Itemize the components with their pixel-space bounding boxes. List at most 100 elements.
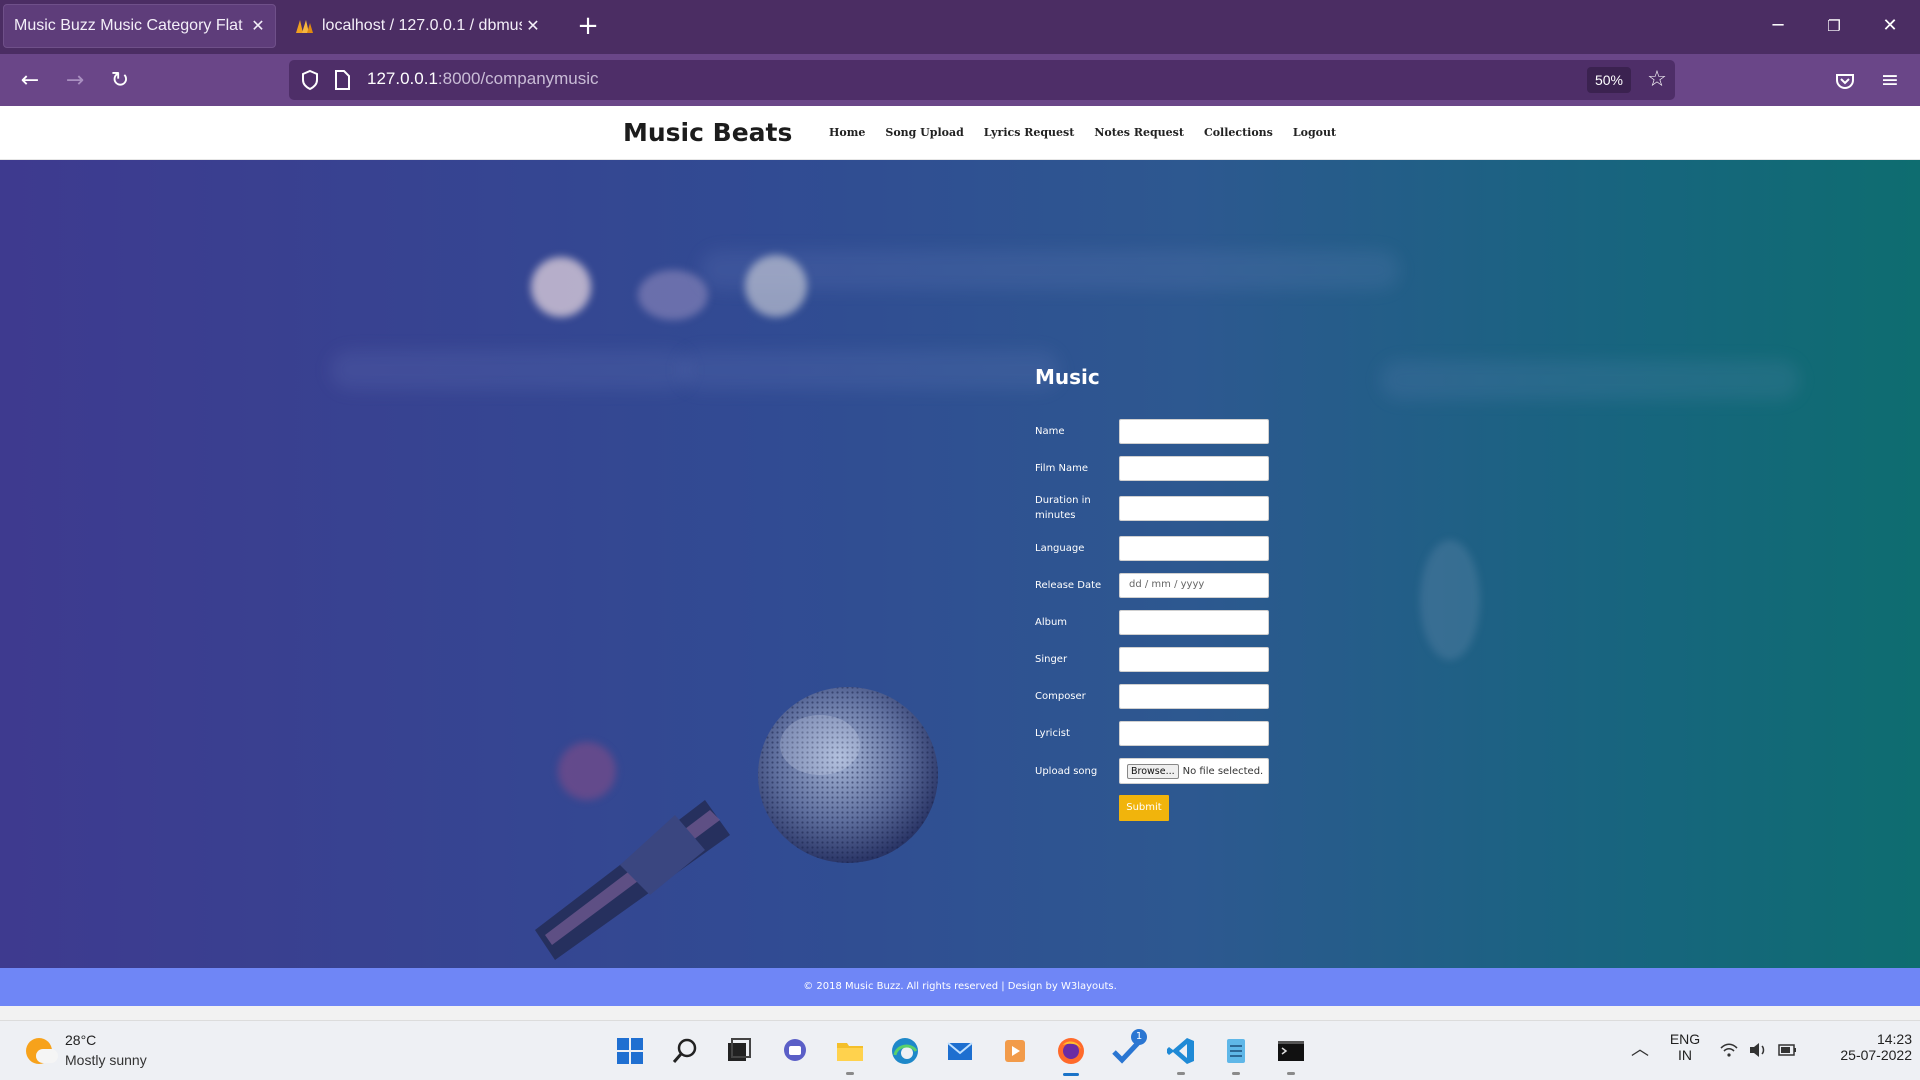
composer-input[interactable] xyxy=(1119,684,1269,709)
restore-button[interactable]: ❐ xyxy=(1814,12,1854,40)
film-name-input[interactable] xyxy=(1119,456,1269,481)
browser-tab-bar: Music Buzz Music Category Flat Boo ✕ loc… xyxy=(0,0,1920,54)
file-explorer-icon[interactable] xyxy=(834,1035,866,1067)
field-label: Lyricist xyxy=(1035,728,1070,739)
media-player-icon[interactable] xyxy=(999,1035,1031,1067)
field-label: Name xyxy=(1035,426,1065,437)
menu-icon[interactable]: ≡ xyxy=(1875,66,1905,96)
url-path: :8000/companymusic xyxy=(437,69,599,88)
clock[interactable]: 14:23 25-07-2022 xyxy=(1812,1031,1912,1063)
bokeh-light xyxy=(531,257,591,317)
song-file-input[interactable]: Browse... No file selected. xyxy=(1119,758,1269,784)
submit-button[interactable]: Submit xyxy=(1119,795,1169,821)
forward-button[interactable]: → xyxy=(60,66,90,96)
search-icon[interactable] xyxy=(669,1035,701,1067)
file-status: No file selected. xyxy=(1182,765,1264,777)
tab-title: Music Buzz Music Category Flat Boo xyxy=(14,17,247,34)
active-indicator xyxy=(1063,1073,1079,1076)
zoom-level[interactable]: 50% xyxy=(1587,67,1631,93)
album-input[interactable] xyxy=(1119,610,1269,635)
tab-music-buzz[interactable]: Music Buzz Music Category Flat Boo ✕ xyxy=(3,4,276,48)
tab-title: localhost / 127.0.0.1 / dbmusicb xyxy=(322,17,522,34)
release-date-input[interactable]: dd / mm / yyyy xyxy=(1119,573,1269,598)
menu-logout[interactable]: Logout xyxy=(1293,126,1336,139)
menu-lyrics-request[interactable]: Lyrics Request xyxy=(984,126,1075,139)
clock-time: 14:23 xyxy=(1876,1031,1912,1047)
bookmark-star-icon[interactable]: ☆ xyxy=(1643,66,1671,94)
field-label: Upload song xyxy=(1035,766,1098,777)
window-close-button[interactable]: ✕ xyxy=(1870,12,1910,40)
page-icon xyxy=(335,70,350,90)
windows-start-icon[interactable] xyxy=(614,1035,646,1067)
phpmyadmin-icon xyxy=(296,20,313,33)
menu-home[interactable]: Home xyxy=(829,126,865,139)
new-tab-button[interactable]: + xyxy=(574,12,602,40)
duration-input[interactable] xyxy=(1119,496,1269,521)
background-light-streak xyxy=(330,350,690,390)
notepad-icon[interactable] xyxy=(1220,1035,1252,1067)
running-indicator xyxy=(1232,1072,1240,1075)
shield-icon[interactable] xyxy=(299,69,321,91)
url-text[interactable]: 127.0.0.1:8000/companymusic xyxy=(367,69,599,89)
volume-icon[interactable] xyxy=(1747,1039,1769,1061)
hero-background: Music Name Film Name Duration in minutes… xyxy=(0,160,1920,968)
field-label: Film Name xyxy=(1035,463,1089,474)
close-icon[interactable]: ✕ xyxy=(247,16,269,36)
firefox-icon[interactable] xyxy=(1055,1035,1087,1067)
weather-temperature: 28°C xyxy=(65,1032,97,1048)
back-button[interactable]: ← xyxy=(15,66,45,96)
address-bar[interactable]: 127.0.0.1:8000/companymusic 50% ☆ xyxy=(289,60,1675,100)
singer-input[interactable] xyxy=(1119,647,1269,672)
battery-icon[interactable] xyxy=(1776,1039,1798,1061)
terminal-icon[interactable] xyxy=(1275,1035,1307,1067)
lyricist-input[interactable] xyxy=(1119,721,1269,746)
browser-nav-bar: ← → ↻ 127.0.0.1:8000/companymusic 50% ☆ … xyxy=(0,54,1920,106)
tab-localhost[interactable]: localhost / 127.0.0.1 / dbmusicb ✕ xyxy=(284,4,550,48)
main-menu: Home Song Upload Lyrics Request Notes Re… xyxy=(829,126,1356,139)
language-indicator[interactable]: ENG IN xyxy=(1665,1031,1705,1063)
pocket-icon[interactable] xyxy=(1830,66,1860,96)
site-header: Music Beats Home Song Upload Lyrics Requ… xyxy=(0,106,1920,160)
running-indicator xyxy=(846,1072,854,1075)
field-label: Singer xyxy=(1035,654,1068,665)
browse-button[interactable]: Browse... xyxy=(1127,763,1179,779)
name-input[interactable] xyxy=(1119,419,1269,444)
site-logo[interactable]: Music Beats xyxy=(623,118,792,147)
mail-icon[interactable] xyxy=(944,1035,976,1067)
bokeh-light xyxy=(1420,540,1480,660)
field-label: Composer xyxy=(1035,691,1086,702)
close-icon[interactable]: ✕ xyxy=(522,16,544,36)
menu-song-upload[interactable]: Song Upload xyxy=(885,126,963,139)
form-title: Music xyxy=(1035,365,1100,389)
url-host: 127.0.0.1 xyxy=(367,69,438,88)
wifi-icon[interactable] xyxy=(1718,1039,1740,1061)
background-light-streak xyxy=(1380,360,1800,400)
menu-collections[interactable]: Collections xyxy=(1204,126,1273,139)
reload-button[interactable]: ↻ xyxy=(105,66,135,96)
cloud-icon xyxy=(36,1049,58,1063)
region-code: IN xyxy=(1678,1047,1692,1063)
language-code: ENG xyxy=(1669,1031,1701,1047)
menu-notes-request[interactable]: Notes Request xyxy=(1094,126,1184,139)
edge-icon[interactable] xyxy=(889,1035,921,1067)
clock-date: 25-07-2022 xyxy=(1840,1047,1912,1063)
weather-description: Mostly sunny xyxy=(65,1052,147,1068)
notification-badge: 1 xyxy=(1131,1029,1147,1045)
teams-chat-icon[interactable] xyxy=(779,1035,811,1067)
microphone-image xyxy=(535,687,938,960)
chevron-up-icon[interactable]: ︿ xyxy=(1629,1039,1651,1061)
vscode-icon[interactable] xyxy=(1165,1035,1197,1067)
field-label: Release Date xyxy=(1035,580,1102,591)
running-indicator xyxy=(1287,1072,1295,1075)
windows-taskbar: 28°C Mostly sunny 1 ︿ ENG IN 14:23 25-07… xyxy=(0,1020,1920,1080)
bokeh-light xyxy=(638,270,708,320)
background-light-streak xyxy=(680,350,1060,390)
minimize-button[interactable]: ─ xyxy=(1758,12,1798,40)
bokeh-light xyxy=(745,255,807,317)
page-bottom xyxy=(0,1006,1920,1020)
field-label: Album xyxy=(1035,617,1068,628)
site-footer: © 2018 Music Buzz. All rights reserved |… xyxy=(0,968,1920,1006)
field-label: Duration in minutes xyxy=(1035,495,1091,521)
task-view-icon[interactable] xyxy=(723,1035,755,1067)
language-input[interactable] xyxy=(1119,536,1269,561)
